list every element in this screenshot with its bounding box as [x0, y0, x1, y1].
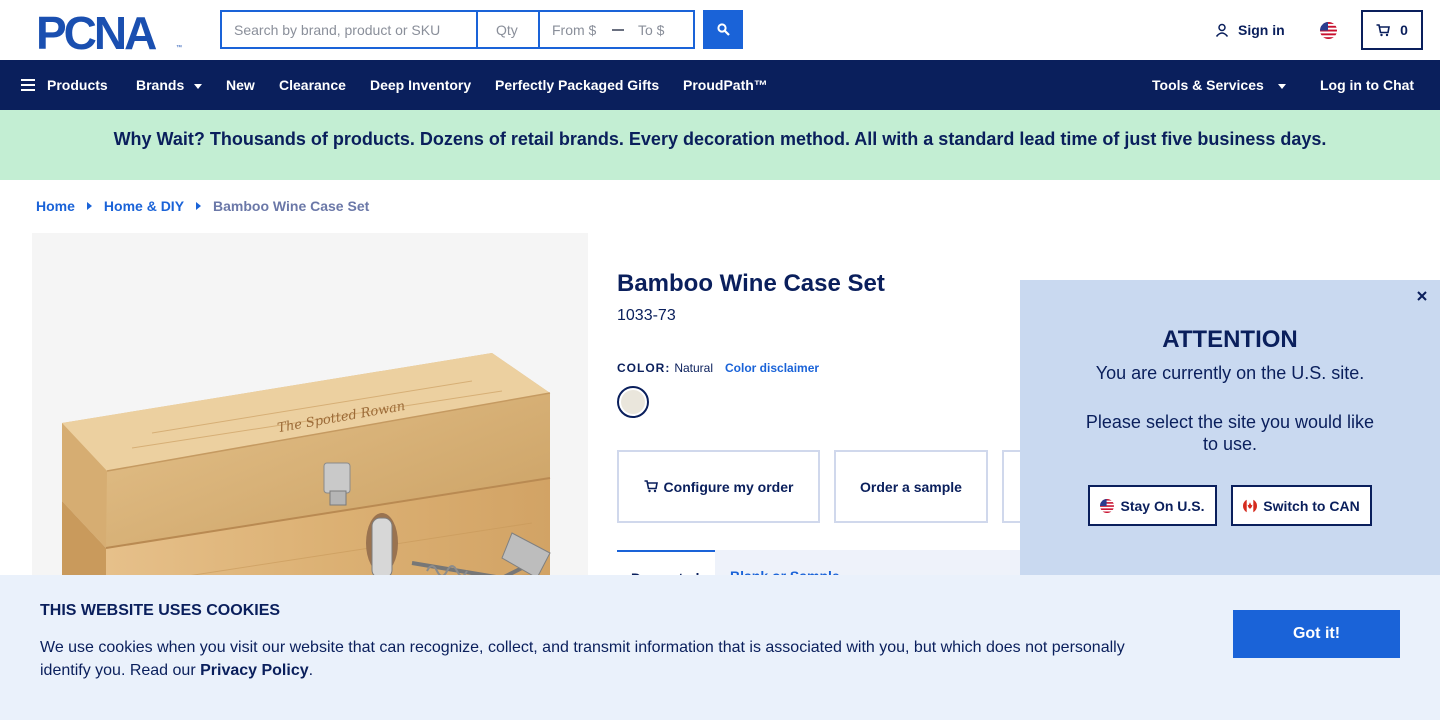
breadcrumb-current: Bamboo Wine Case Set	[213, 198, 370, 214]
color-row: COLOR: Natural Color disclaimer	[617, 361, 819, 375]
nav-brands-label: Brands	[136, 77, 185, 93]
nav-clearance[interactable]: Clearance	[279, 77, 346, 93]
nav-brands[interactable]: Brands	[136, 77, 203, 93]
cart-count: 0	[1400, 22, 1408, 38]
close-icon[interactable]	[1415, 289, 1429, 303]
caret-down-icon	[194, 83, 203, 89]
modal-instruction-text: Please select the site you would like to…	[1085, 412, 1375, 454]
order-sample-button[interactable]: Order a sample	[834, 450, 988, 523]
search-bar	[220, 10, 695, 49]
user-icon	[1215, 23, 1229, 37]
site-selection-modal: ATTENTION You are currently on the U.S. …	[1020, 280, 1440, 580]
color-label: COLOR:	[617, 361, 671, 375]
nav-proudpath-label: ProudPath™	[683, 77, 768, 93]
order-sample-label: Order a sample	[860, 478, 962, 495]
nav-new-label: New	[226, 77, 255, 93]
nav-proudpath[interactable]: ProudPath™	[683, 77, 768, 93]
cookie-banner: THIS WEBSITE USES COOKIES We use cookies…	[0, 575, 1440, 720]
stay-us-label: Stay On U.S.	[1120, 497, 1205, 514]
nav-gifts[interactable]: Perfectly Packaged Gifts	[495, 77, 659, 93]
nav-tools-services[interactable]: Tools & Services	[1152, 77, 1286, 93]
svg-text:™: ™	[176, 44, 182, 50]
qty-input[interactable]	[478, 12, 540, 47]
cookie-accept-button[interactable]: Got it!	[1233, 610, 1400, 658]
breadcrumb-category[interactable]: Home & DIY	[104, 198, 184, 214]
modal-current-site-text: You are currently on the U.S. site.	[1095, 363, 1365, 383]
privacy-policy-link[interactable]: Privacy Policy	[200, 662, 309, 679]
cart-icon	[1376, 23, 1391, 36]
price-range-dash	[610, 12, 626, 47]
us-flag-icon[interactable]	[1320, 22, 1337, 39]
promo-text: Why Wait? Thousands of products. Dozens …	[113, 129, 1327, 149]
canada-flag-icon	[1243, 498, 1258, 513]
stay-us-button[interactable]: Stay On U.S.	[1088, 485, 1217, 526]
main-navigation: Products Brands New Clearance Deep Inven…	[0, 60, 1440, 110]
search-button[interactable]	[703, 10, 743, 49]
chat-login-link[interactable]: Log in to Chat	[1320, 77, 1414, 93]
switch-can-button[interactable]: Switch to CAN	[1231, 485, 1372, 526]
nav-new[interactable]: New	[226, 77, 255, 93]
cookie-text: We use cookies when you visit our websit…	[40, 636, 1140, 682]
breadcrumb-home[interactable]: Home	[36, 198, 75, 214]
breadcrumb: Home Home & DIY Bamboo Wine Case Set	[36, 198, 369, 214]
nav-deep-inventory[interactable]: Deep Inventory	[370, 77, 471, 93]
cart-button[interactable]: 0	[1361, 10, 1423, 50]
nav-tools-label: Tools & Services	[1152, 77, 1264, 93]
nav-deep-inventory-label: Deep Inventory	[370, 77, 472, 93]
price-to-input[interactable]	[626, 12, 691, 47]
cart-icon	[644, 480, 658, 493]
pcna-logo[interactable]: PCNA ™	[36, 12, 184, 50]
us-flag-icon	[1100, 498, 1115, 513]
product-title: Bamboo Wine Case Set	[617, 270, 885, 297]
switch-can-label: Switch to CAN	[1263, 497, 1360, 514]
cookie-end: .	[308, 662, 314, 679]
search-icon	[716, 23, 730, 36]
logo-text: PCNA	[36, 12, 156, 50]
nav-products-label: Products	[47, 77, 108, 93]
nav-clearance-label: Clearance	[279, 77, 346, 93]
menu-icon	[21, 79, 35, 91]
price-from-input[interactable]	[540, 12, 610, 47]
search-input[interactable]	[222, 12, 478, 47]
cookie-title: THIS WEBSITE USES COOKIES	[40, 602, 281, 619]
breadcrumb-arrow-icon	[86, 202, 92, 210]
product-sku: 1033-73	[617, 307, 676, 324]
sign-in-label: Sign in	[1238, 22, 1285, 38]
breadcrumb-arrow-icon	[196, 202, 202, 210]
color-value: Natural	[674, 361, 714, 375]
configure-order-button[interactable]: Configure my order	[617, 450, 820, 523]
caret-down-icon	[1277, 83, 1286, 89]
color-swatch-natural[interactable]	[617, 386, 649, 418]
color-disclaimer-link[interactable]: Color disclaimer	[725, 361, 819, 375]
sign-in-link[interactable]: Sign in	[1215, 22, 1285, 38]
top-header: PCNA ™ Sign in	[0, 0, 1440, 60]
promo-banner: Why Wait? Thousands of products. Dozens …	[0, 110, 1440, 180]
configure-order-label: Configure my order	[663, 478, 794, 495]
modal-title: ATTENTION	[1162, 326, 1298, 353]
chat-login-label: Log in to Chat	[1320, 77, 1415, 93]
nav-gifts-label: Perfectly Packaged Gifts	[495, 77, 660, 93]
nav-products[interactable]: Products	[21, 77, 108, 93]
